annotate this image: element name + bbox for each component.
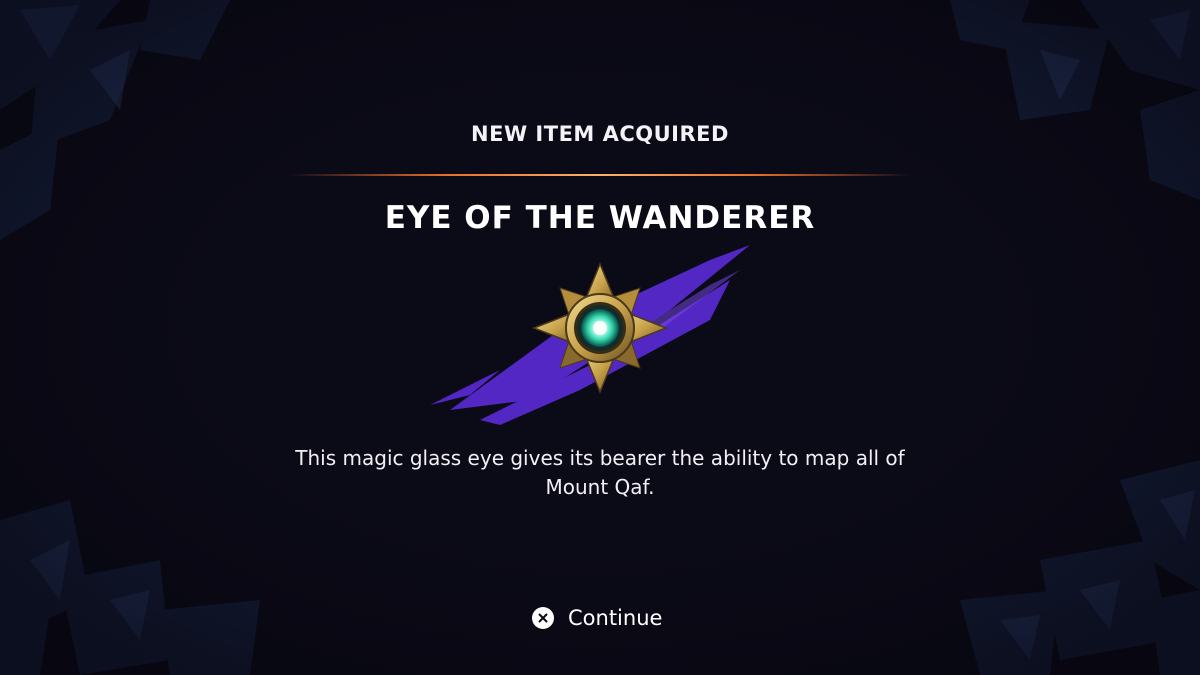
notification-header: NEW ITEM ACQUIRED: [471, 122, 729, 146]
header-divider: [288, 174, 912, 176]
cross-button-icon: [532, 607, 554, 629]
continue-button[interactable]: Continue: [532, 604, 662, 632]
item-description: This magic glass eye gives its bearer th…: [295, 446, 905, 499]
continue-label: Continue: [568, 606, 663, 630]
item-name: EYE OF THE WANDERER: [384, 200, 816, 236]
star-eye-amulet-icon: [430, 245, 750, 425]
